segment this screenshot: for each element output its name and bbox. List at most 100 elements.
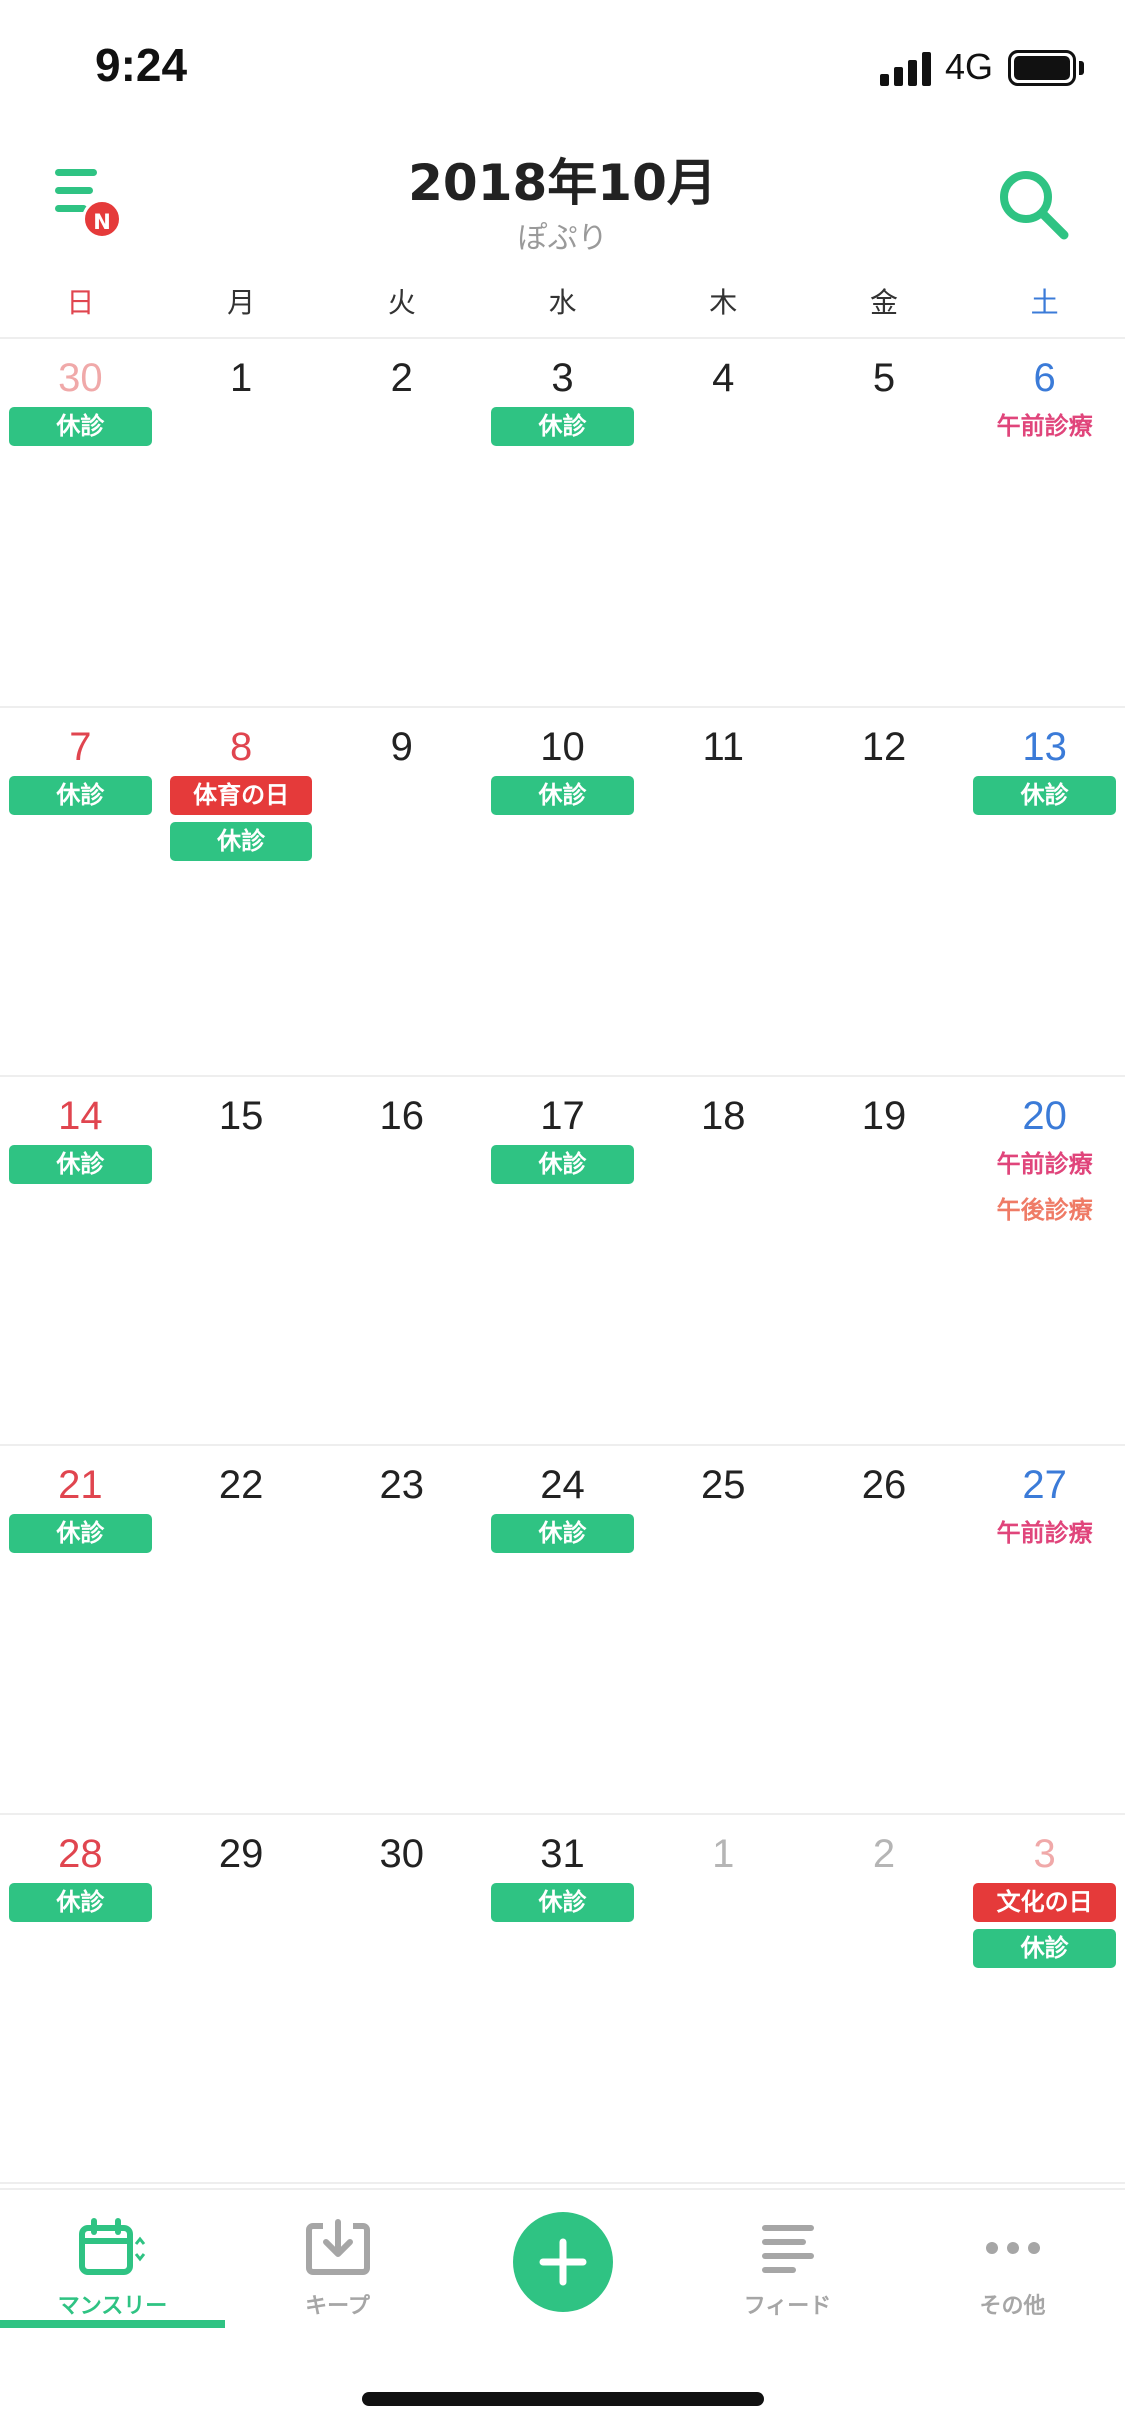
day-number: 29 <box>218 1832 264 1876</box>
day-cell[interactable]: 2 <box>804 1815 965 2182</box>
weekday-label: 日 <box>66 286 95 319</box>
day-cell[interactable]: 30 休診 <box>0 339 161 706</box>
event-chip[interactable]: 休診 <box>491 1883 634 1922</box>
day-cell[interactable]: 22 <box>161 1446 322 1813</box>
event-chip[interactable]: 午前診療 <box>973 1145 1116 1184</box>
tab-monthly[interactable]: マンスリー <box>0 2190 225 2328</box>
event-chip[interactable]: 休診 <box>169 822 313 861</box>
event-chip[interactable]: 午前診療 <box>973 1514 1116 1553</box>
day-cell[interactable]: 5 <box>804 339 965 706</box>
day-cell[interactable]: 27 午前診療 <box>964 1446 1125 1813</box>
day-number: 7 <box>69 725 92 769</box>
event-chip[interactable]: 休診 <box>491 1145 634 1184</box>
day-cell[interactable]: 23 <box>321 1446 482 1813</box>
day-cell[interactable]: 1 <box>161 339 322 706</box>
month-grid: 30 休診 1 2 3 休診 4 5 6 午前診療 7 休診 8 体育の日 休診 9 10 休診 11 12 13 休診 1… <box>0 339 1125 2184</box>
event-chip[interactable]: 休診 <box>9 776 152 815</box>
weekday-label: 土 <box>1030 286 1059 319</box>
day-number: 9 <box>390 725 413 769</box>
day-cell[interactable]: 20 午前診療午後診療 <box>964 1077 1125 1444</box>
event-chip[interactable]: 休診 <box>973 1929 1117 1968</box>
day-cell[interactable]: 6 午前診療 <box>964 339 1125 706</box>
day-cell[interactable]: 14 休診 <box>0 1077 161 1444</box>
day-number: 12 <box>861 725 907 769</box>
tab-label: キープ <box>305 2294 370 2319</box>
day-number: 30 <box>379 1832 425 1876</box>
event-chip[interactable]: 休診 <box>9 1145 152 1184</box>
day-cell[interactable]: 25 <box>643 1446 804 1813</box>
day-cell[interactable]: 21 休診 <box>0 1446 161 1813</box>
day-cell[interactable]: 26 <box>804 1446 965 1813</box>
day-cell[interactable]: 24 休診 <box>482 1446 643 1813</box>
day-cell[interactable]: 8 体育の日 休診 <box>161 708 322 1075</box>
day-number: 18 <box>700 1094 746 1138</box>
weekday-label: 金 <box>869 286 898 319</box>
event-chip[interactable]: 休診 <box>491 1514 634 1553</box>
day-cell[interactable]: 28 休診 <box>0 1815 161 2182</box>
day-cell[interactable]: 13 休診 <box>964 708 1125 1075</box>
week-row: 21 休診 22 23 24 休診 25 26 27 午前診療 <box>0 1446 1125 1815</box>
day-number: 19 <box>861 1094 907 1138</box>
weekday-label: 木 <box>709 286 738 319</box>
day-cell[interactable]: 7 休診 <box>0 708 161 1075</box>
day-number: 28 <box>58 1832 103 1876</box>
day-number: 13 <box>1022 725 1067 769</box>
tab-bar: マンスリー キープ フィード その他 <box>0 2188 1125 2328</box>
cellular-signal-icon <box>880 52 932 86</box>
day-number: 10 <box>540 725 585 769</box>
event-chip[interactable]: 休診 <box>9 1883 152 1922</box>
add-button[interactable] <box>512 2212 613 2312</box>
day-cell[interactable]: 17 休診 <box>482 1077 643 1444</box>
battery-tip <box>1079 61 1084 75</box>
day-number: 22 <box>218 1463 264 1507</box>
tab-keep[interactable]: キープ <box>225 2190 450 2328</box>
event-chip[interactable]: 午前診療 <box>973 407 1116 446</box>
tab-label: フィード <box>743 2294 832 2319</box>
download-tray-icon <box>305 2219 370 2275</box>
day-cell[interactable]: 29 <box>161 1815 322 2182</box>
day-number: 5 <box>872 356 896 400</box>
day-cell[interactable]: 30 <box>321 1815 482 2182</box>
day-cell[interactable]: 12 <box>804 708 965 1075</box>
day-cell[interactable]: 3 文化の日 休診 <box>964 1815 1125 2182</box>
event-chip[interactable]: 午後診療 <box>973 1191 1116 1230</box>
tab-feed[interactable]: フィード <box>675 2190 900 2328</box>
event-chip[interactable]: 休診 <box>491 407 634 446</box>
day-number: 27 <box>1022 1463 1067 1507</box>
day-number: 23 <box>379 1463 425 1507</box>
tab-add[interactable] <box>450 2190 675 2328</box>
event-chip[interactable]: 休診 <box>491 776 634 815</box>
event-chip[interactable]: 休診 <box>973 776 1117 815</box>
day-cell[interactable]: 11 <box>643 708 804 1075</box>
day-cell[interactable]: 3 休診 <box>482 339 643 706</box>
day-cell[interactable]: 18 <box>643 1077 804 1444</box>
day-cell[interactable]: 4 <box>643 339 804 706</box>
day-cell[interactable]: 2 <box>321 339 482 706</box>
month-title[interactable]: 2018年10月 <box>0 143 1125 215</box>
day-number: 31 <box>540 1832 585 1876</box>
day-cell[interactable]: 9 <box>321 708 482 1075</box>
day-number: 15 <box>218 1094 264 1138</box>
event-chip[interactable]: 文化の日 <box>973 1883 1117 1922</box>
day-cell[interactable]: 15 <box>161 1077 322 1444</box>
week-row: 30 休診 1 2 3 休診 4 5 6 午前診療 <box>0 339 1125 708</box>
weekday-label: 火 <box>387 286 416 319</box>
event-chip[interactable]: 休診 <box>9 407 152 446</box>
search-button[interactable] <box>990 161 1080 251</box>
day-number: 24 <box>540 1463 585 1507</box>
plus-icon <box>539 2238 586 2286</box>
day-number: 20 <box>1022 1094 1067 1138</box>
event-chip[interactable]: 休診 <box>9 1514 152 1553</box>
day-cell[interactable]: 31 休診 <box>482 1815 643 2182</box>
day-number: 25 <box>700 1463 746 1507</box>
day-number: 17 <box>540 1094 585 1138</box>
tab-more[interactable]: その他 <box>900 2190 1125 2328</box>
week-row: 14 休診 15 16 17 休診 18 19 20 午前診療午後診療 <box>0 1077 1125 1446</box>
day-cell[interactable]: 16 <box>321 1077 482 1444</box>
day-cell[interactable]: 19 <box>804 1077 965 1444</box>
day-cell[interactable]: 10 休診 <box>482 708 643 1075</box>
day-cell[interactable]: 1 <box>643 1815 804 2182</box>
day-number: 1 <box>229 356 253 400</box>
week-row: 7 休診 8 体育の日 休診 9 10 休診 11 12 13 休診 <box>0 708 1125 1077</box>
event-chip[interactable]: 体育の日 <box>169 776 313 815</box>
